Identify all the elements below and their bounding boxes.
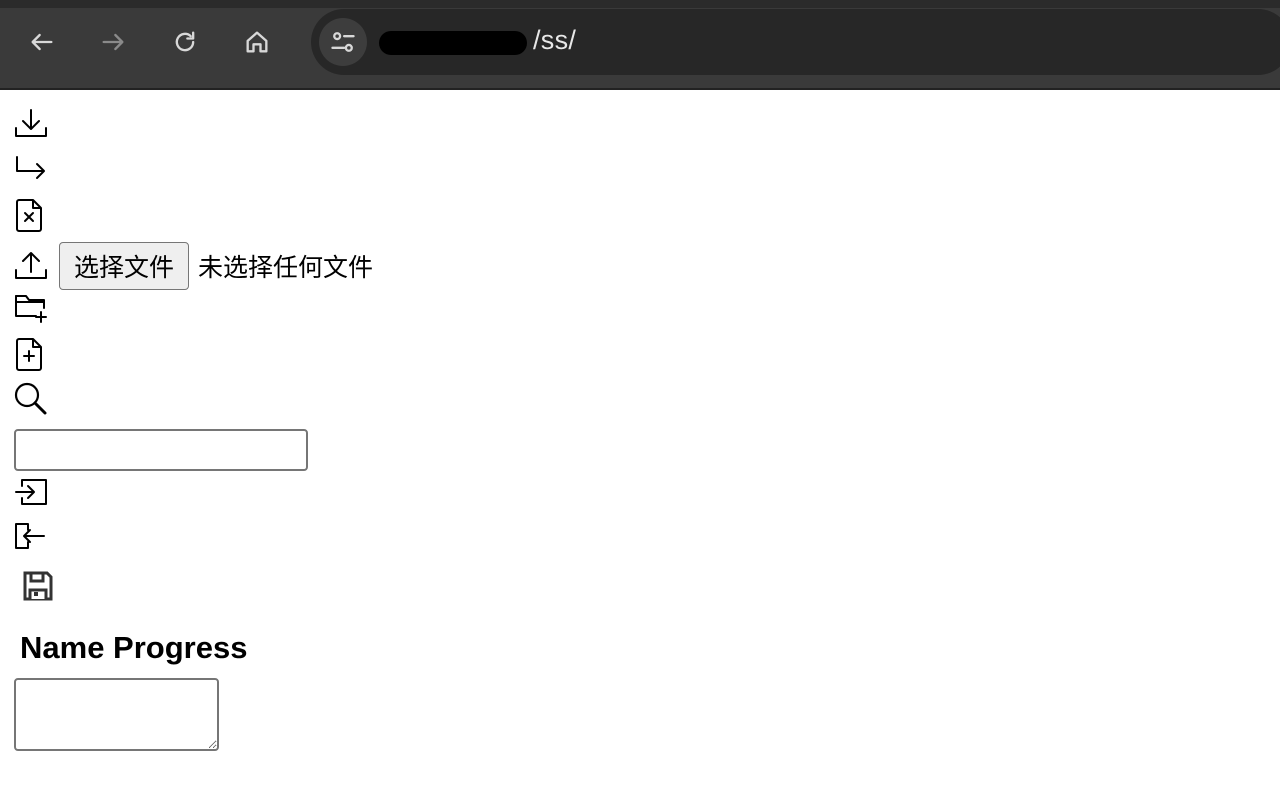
login-button[interactable] — [14, 478, 48, 506]
new-file-button[interactable] — [14, 336, 46, 372]
download-icon — [15, 109, 47, 137]
new-folder-icon — [15, 295, 47, 323]
new-file-icon — [16, 338, 42, 371]
forward-button[interactable] — [93, 22, 133, 62]
logout-icon — [15, 523, 45, 549]
search-button[interactable] — [14, 382, 48, 416]
upload-icon[interactable] — [14, 250, 48, 282]
reload-icon — [175, 31, 195, 52]
search-icon — [14, 382, 47, 415]
delete-file-icon — [16, 199, 42, 232]
file-status-text: 未选择任何文件 — [198, 253, 374, 282]
progress-heading: Name Progress — [20, 630, 248, 665]
login-icon — [15, 479, 47, 505]
download-button[interactable] — [14, 108, 48, 140]
url-text[interactable]: /ss/ — [533, 25, 576, 56]
reload-button[interactable] — [165, 22, 205, 62]
move-button[interactable] — [14, 155, 48, 183]
save-button[interactable] — [22, 570, 54, 602]
name-progress-textarea[interactable] — [14, 678, 219, 751]
home-icon — [246, 31, 268, 53]
address-bar[interactable]: /ss/ — [311, 9, 1280, 75]
back-arrow-icon — [31, 33, 53, 51]
home-button[interactable] — [237, 22, 277, 62]
redacted-url-host — [379, 31, 527, 55]
search-input[interactable] — [14, 429, 308, 471]
site-settings-icon — [331, 32, 355, 52]
logout-button[interactable] — [14, 522, 48, 550]
choose-file-button[interactable]: 选择文件 — [59, 242, 190, 290]
site-settings-button[interactable] — [319, 18, 367, 66]
delete-button[interactable] — [14, 197, 46, 233]
save-icon — [23, 571, 53, 601]
new-folder-button[interactable] — [14, 292, 48, 324]
tab-strip-edge — [0, 0, 1280, 8]
back-button[interactable] — [22, 22, 62, 62]
browser-toolbar: /ss/ — [0, 0, 1280, 90]
upload-row: 选择文件 未选择任何文件 — [14, 242, 373, 290]
page-content: 选择文件 未选择任何文件 Name Progress — [0, 90, 1280, 812]
move-arrow-icon — [16, 156, 45, 179]
forward-arrow-icon — [102, 33, 124, 51]
